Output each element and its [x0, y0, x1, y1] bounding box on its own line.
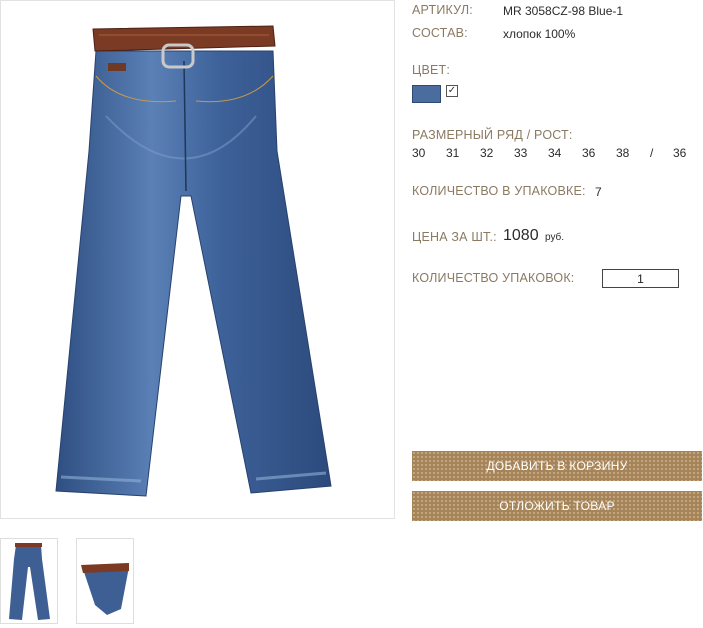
size-item: 33 [514, 146, 528, 160]
height-item: 36 [673, 146, 687, 160]
postpone-button[interactable]: ОТЛОЖИТЬ ТОВАР [412, 491, 702, 521]
sizes-label: РАЗМЕРНЫЙ РЯД / РОСТ: [412, 128, 573, 142]
size-list: 30 31 32 33 34 36 38 / 36 [412, 146, 692, 162]
packs-quantity-input[interactable] [602, 269, 679, 288]
add-to-cart-button[interactable]: ДОБАВИТЬ В КОРЗИНУ [412, 451, 702, 481]
size-item: 32 [480, 146, 494, 160]
size-item: 38 [616, 146, 630, 160]
size-item: 31 [446, 146, 460, 160]
price-value: 1080 [503, 227, 539, 244]
color-checkbox[interactable]: ✓ [446, 85, 458, 97]
price-currency: руб. [545, 232, 565, 243]
jeans-image [55, 25, 332, 497]
composition-label: СОСТАВ: [412, 26, 468, 40]
jeans-folded-thumb-icon [81, 563, 129, 615]
pack-qty-value: 7 [595, 185, 602, 199]
article-value: MR 3058CZ-98 Blue-1 [503, 4, 624, 18]
product-main-image [0, 0, 395, 519]
price-label: ЦЕНА ЗА ШТ.: [412, 230, 497, 244]
color-swatch[interactable] [412, 85, 441, 103]
size-separator: / [650, 146, 654, 160]
pack-qty-label: КОЛИЧЕСТВО В УПАКОВКЕ: [412, 184, 586, 198]
thumbnail-front[interactable] [0, 538, 58, 624]
size-item: 30 [412, 146, 426, 160]
packs-label: КОЛИЧЕСТВО УПАКОВОК: [412, 271, 575, 285]
article-label: АРТИКУЛ: [412, 3, 473, 17]
thumbnail-folded[interactable] [76, 538, 134, 624]
size-item: 34 [548, 146, 562, 160]
composition-value: хлопок 100% [503, 27, 576, 41]
color-label: ЦВЕТ: [412, 63, 451, 77]
size-item: 36 [582, 146, 596, 160]
jeans-front-thumb-icon [9, 543, 50, 620]
